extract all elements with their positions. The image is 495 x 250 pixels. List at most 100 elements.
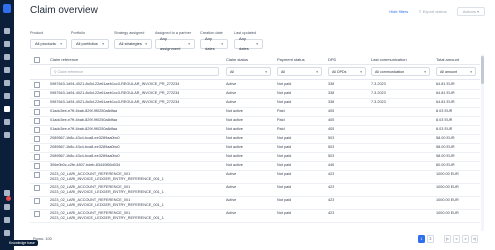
claims-icon[interactable] (4, 106, 10, 112)
previous-page-button[interactable]: < (453, 235, 460, 243)
cell-amount: 1000.00 EUR (436, 172, 459, 176)
cell-status: Not active (226, 127, 243, 131)
row-checkbox[interactable] (34, 127, 40, 133)
cell-amount: 8.03 EUR (436, 109, 453, 113)
help-icon[interactable] (4, 217, 10, 223)
cell-amount: 1000.00 EUR (436, 185, 459, 189)
amount-filter-select[interactable]: All amount ▾ (436, 67, 476, 76)
page-1-button[interactable]: 1 (418, 235, 425, 243)
row-checkbox[interactable] (34, 136, 40, 142)
row-checkbox[interactable] (34, 109, 40, 115)
payment-filter-select[interactable]: All ▾ (277, 67, 322, 76)
col-claim-reference[interactable]: Claim reference (50, 57, 78, 62)
logo-icon[interactable] (3, 4, 11, 13)
col-claim-status[interactable]: Claim status (226, 57, 248, 62)
page-2-button[interactable]: 2 (427, 235, 434, 243)
table-row[interactable]: 2023_02_LARI_ACCOUNT_REFERENCE_001 Active… (30, 209, 480, 223)
cell-amount: 58.00 EUR (436, 154, 455, 158)
chevron-down-icon: ▾ (145, 42, 147, 46)
actions-button[interactable]: Actions ▾ (456, 7, 485, 16)
cell-dpd: 338 (328, 82, 335, 86)
filter-select[interactable]: All portfolios ▾ (71, 39, 109, 49)
table-row[interactable]: 2023_02_LARI_ACCOUNT_REFERENCE_001 Active… (30, 183, 480, 197)
row-checkbox[interactable] (34, 154, 40, 160)
bell-icon[interactable] (4, 204, 10, 210)
row-checkbox[interactable] (34, 91, 40, 97)
search-placeholder: Claim reference (57, 70, 84, 74)
cell-payment: Not paid (277, 185, 292, 189)
dpd-filter-select[interactable]: All DPDs ▾ (328, 67, 366, 76)
rows-per-page[interactable]: Rows: 100 (33, 236, 52, 241)
sidebar (0, 0, 14, 250)
cell-dpd: 405 (328, 127, 335, 131)
globe-icon[interactable] (4, 80, 10, 86)
payment-filter-value: All (281, 70, 285, 74)
cell-ref: 306e0b0c-c2fe-4807-bdeb-83440f66d034 (50, 163, 121, 167)
row-checkbox[interactable] (34, 163, 40, 169)
dashboard-icon[interactable] (4, 28, 10, 34)
row-checkbox[interactable] (34, 82, 40, 88)
cell-status: Not active (226, 118, 243, 122)
profile-icon[interactable] (4, 230, 10, 236)
status-filter-select[interactable]: All ▾ (226, 67, 271, 76)
hide-filters-link[interactable]: Hide filters (389, 9, 408, 14)
filter-value: All strategies (119, 41, 142, 46)
cell-ref: 2089567-1b8c-43c4-bca8-ee3289aa0bc0 (50, 145, 120, 149)
cell-payment: Not paid (277, 82, 292, 86)
last-page-button[interactable]: >| (471, 235, 478, 243)
select-all-checkbox[interactable] (34, 57, 40, 63)
cell-ref-line2: 2023_02_LARI_INVOICE_LEDGER_ENTRY_REFERE… (50, 190, 164, 194)
filter-select[interactable]: Any dates ▾ (234, 36, 263, 51)
cell-comm: 7.3.2023 (371, 82, 386, 86)
row-checkbox[interactable] (34, 100, 40, 106)
cell-status: Not active (226, 154, 243, 158)
row-checkbox[interactable] (34, 211, 40, 217)
table-row[interactable]: 2023_02_LARI_ACCOUNT_REFERENCE_001 Active… (30, 196, 480, 210)
cell-ref: 2023_02_LARI_ACCOUNT_REFERENCE_001 (50, 198, 131, 202)
table-filter-row: ⚲ Claim reference All ▾ All ▾ All DPDs ▾ Al… (30, 65, 480, 80)
next-page-button[interactable]: > (462, 235, 469, 243)
table-scrollbar[interactable] (481, 54, 484, 231)
chart-icon[interactable] (4, 119, 10, 125)
filter-select[interactable]: Any dates ▾ (200, 36, 228, 51)
cell-ref: 2023_02_LARI_ACCOUNT_REFERENCE_001 (50, 211, 131, 215)
filter-value: All portfolios (76, 41, 98, 46)
col-dpd[interactable]: DPD (328, 57, 336, 62)
filter-select[interactable]: Any assignment ▾ (155, 36, 195, 51)
folder-icon[interactable] (4, 41, 10, 47)
filter-select[interactable]: All strategies ▾ (114, 39, 152, 49)
people-icon[interactable] (4, 93, 10, 99)
cell-amount: 80.00 EUR (436, 163, 455, 167)
cell-payment: Not paid (277, 198, 292, 202)
export-claims-button[interactable]: ⇪ Export claims (418, 9, 446, 14)
col-total-amount[interactable]: Total amount (436, 57, 459, 62)
filter-select[interactable]: All products ▾ (30, 39, 67, 49)
row-checkbox[interactable] (34, 145, 40, 151)
settings-icon[interactable] (4, 132, 10, 138)
row-checkbox[interactable] (34, 185, 40, 191)
col-payment-status[interactable]: Payment status (277, 57, 305, 62)
table-row[interactable]: 2023_02_LARI_ACCOUNT_REFERENCE_001 Active… (30, 170, 480, 184)
flow-icon[interactable] (4, 54, 10, 60)
cell-payment: Not paid (277, 145, 292, 149)
row-checkbox[interactable] (34, 198, 40, 204)
doc-icon[interactable] (4, 67, 10, 73)
cell-dpd: 338 (328, 100, 335, 104)
col-last-communication[interactable]: Last communication (371, 57, 407, 62)
filter-label: Portfolio (71, 31, 85, 35)
cell-dpd: 423 (328, 185, 335, 189)
chevron-down-icon: ▾ (316, 70, 318, 74)
cell-amount: 58.00 EUR (436, 136, 455, 140)
communication-filter-select[interactable]: All communication ▾ (371, 67, 430, 76)
first-page-button[interactable]: |< (444, 235, 451, 243)
status-filter-value: All (230, 70, 234, 74)
chevron-down-icon: ▾ (102, 42, 104, 46)
chevron-down-icon: ▾ (470, 70, 472, 74)
row-checkbox[interactable] (34, 118, 40, 124)
actions-label: Actions (462, 9, 476, 14)
row-checkbox[interactable] (34, 172, 40, 178)
cell-status: Not active (226, 163, 243, 167)
cell-ref: 2089567-1b8c-43c4-bca8-ee3289aa0bc0 (50, 136, 120, 140)
claim-reference-search[interactable]: ⚲ Claim reference (50, 67, 219, 76)
scrollbar-thumb[interactable] (481, 56, 484, 84)
